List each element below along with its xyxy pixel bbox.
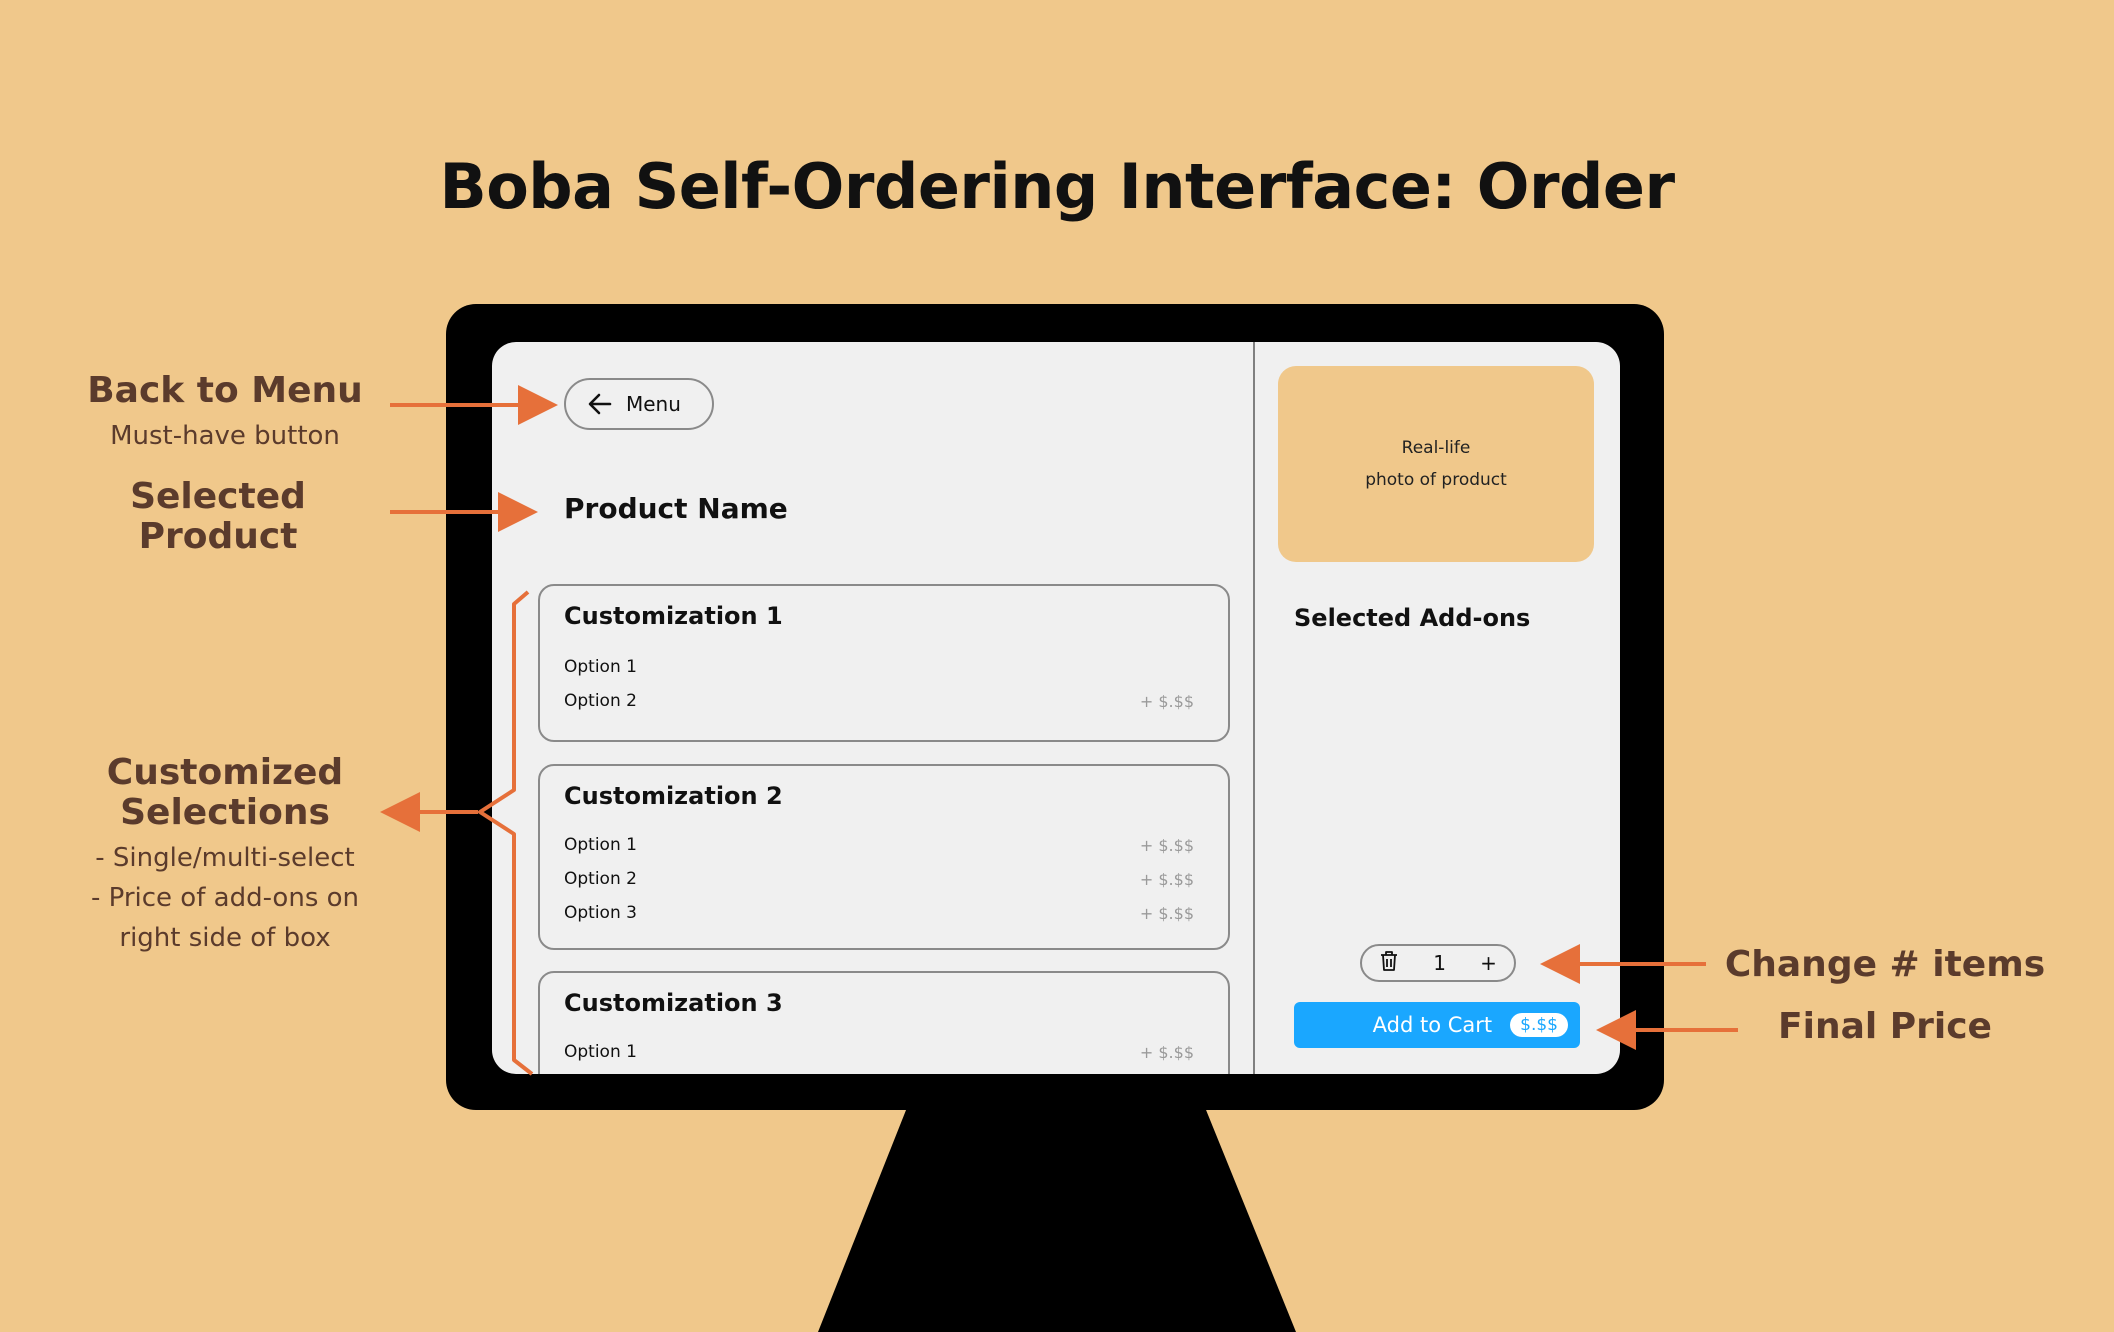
annotation-selected-product-line-2: Product: [138, 516, 298, 557]
annotation-customized-detail-1: - Single/multi-select: [95, 843, 355, 873]
annotation-change-items: Change # items: [1724, 944, 2046, 985]
annotation-customized-line-1: Customized: [106, 752, 344, 793]
annotation-selected-product-line-1: Selected: [130, 476, 306, 517]
annotation-customized-detail-3: right side of box: [119, 923, 331, 953]
annotation-customized-line-2: Selections: [120, 792, 330, 833]
annotation-arrows: [380, 385, 1738, 1076]
annotation-final-price: Final Price: [1778, 1006, 1992, 1047]
annotation-customized-detail-2: - Price of add-ons on: [90, 883, 360, 913]
annotation-back-to-menu-sub: Must-have button: [110, 421, 340, 451]
annotation-back-to-menu-title: Back to Menu: [87, 370, 363, 411]
customization-brace: [478, 590, 534, 1076]
